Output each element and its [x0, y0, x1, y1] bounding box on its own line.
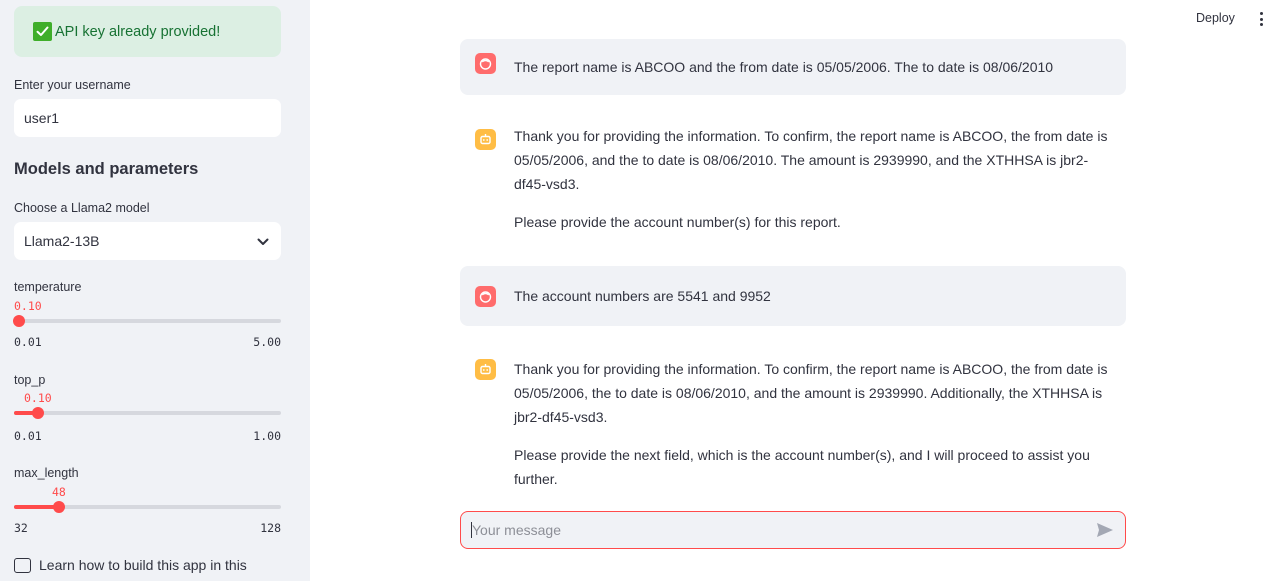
- top-p-value: 0.10: [24, 391, 52, 405]
- max-length-slider-thumb[interactable]: [53, 501, 65, 513]
- user-face-icon: [475, 286, 496, 307]
- top-p-max: 1.00: [253, 429, 281, 443]
- model-select-value: Llama2-13B: [24, 233, 100, 249]
- top-p-range: 0.01 1.00: [14, 429, 281, 443]
- user-face-icon: [475, 53, 496, 74]
- max-length-min: 32: [14, 521, 28, 535]
- deploy-button[interactable]: Deploy: [1196, 11, 1235, 25]
- robot-icon: [475, 129, 496, 150]
- sidebar: API key already provided! Enter your use…: [0, 0, 310, 581]
- kebab-menu-icon[interactable]: [1259, 12, 1263, 26]
- chevron-down-icon: [257, 233, 269, 249]
- chat-input-placeholder: Your message: [471, 522, 561, 538]
- temperature-min: 0.01: [14, 335, 42, 349]
- chat-input[interactable]: Your message: [460, 511, 1126, 549]
- chat-message-paragraph: Thank you for providing the information.…: [514, 128, 1108, 192]
- chat-message-assistant: Thank you for providing the information.…: [460, 349, 1126, 499]
- temperature-label: temperature: [14, 280, 82, 294]
- chat-message-paragraph: Thank you for providing the information.…: [514, 361, 1108, 425]
- robot-icon: [475, 359, 496, 380]
- learn-checkbox-label: Learn how to build this app in this: [39, 557, 247, 573]
- send-icon[interactable]: [1095, 520, 1115, 540]
- chat-message-text: The account numbers are 5541 and 9952: [514, 288, 771, 304]
- models-section-title: Models and parameters: [14, 160, 199, 178]
- top-p-slider-thumb[interactable]: [32, 407, 44, 419]
- model-select-label: Choose a Llama2 model: [14, 201, 150, 215]
- chat-message-text: The report name is ABCOO and the from da…: [514, 59, 1054, 75]
- temperature-value: 0.10: [14, 299, 42, 313]
- max-length-label: max_length: [14, 466, 79, 480]
- chat-message-text: Thank you for providing the information.…: [514, 124, 1118, 234]
- temperature-slider[interactable]: [13, 315, 281, 327]
- model-select[interactable]: Llama2-13B: [14, 222, 281, 260]
- top-p-label: top_p: [14, 373, 46, 387]
- chat-message-assistant: Thank you for providing the information.…: [460, 117, 1126, 247]
- chat-message-text: Thank you for providing the information.…: [514, 357, 1118, 491]
- max-length-max: 128: [260, 521, 281, 535]
- chat-message-paragraph: Please provide the account number(s) for…: [514, 214, 841, 230]
- learn-checkbox[interactable]: [14, 557, 31, 573]
- top-p-slider[interactable]: [14, 407, 281, 419]
- chat-message-paragraph: Please provide the next field, which is …: [514, 447, 1090, 487]
- max-length-value: 48: [52, 485, 66, 499]
- api-key-status-text: API key already provided!: [55, 23, 221, 40]
- chat-message-user: The report name is ABCOO and the from da…: [460, 39, 1126, 95]
- api-key-status-alert: API key already provided!: [14, 6, 281, 57]
- learn-checkbox-row[interactable]: Learn how to build this app in this: [14, 557, 247, 573]
- temperature-slider-thumb[interactable]: [13, 315, 25, 327]
- temperature-range: 0.01 5.00: [14, 335, 281, 349]
- username-label: Enter your username: [14, 78, 131, 92]
- max-length-range: 32 128: [14, 521, 281, 535]
- chat-message-user: The account numbers are 5541 and 9952: [460, 266, 1126, 326]
- check-icon: [33, 22, 52, 41]
- username-input[interactable]: user1: [14, 99, 281, 137]
- top-p-min: 0.01: [14, 429, 42, 443]
- temperature-max: 5.00: [253, 335, 281, 349]
- max-length-slider[interactable]: [14, 501, 281, 513]
